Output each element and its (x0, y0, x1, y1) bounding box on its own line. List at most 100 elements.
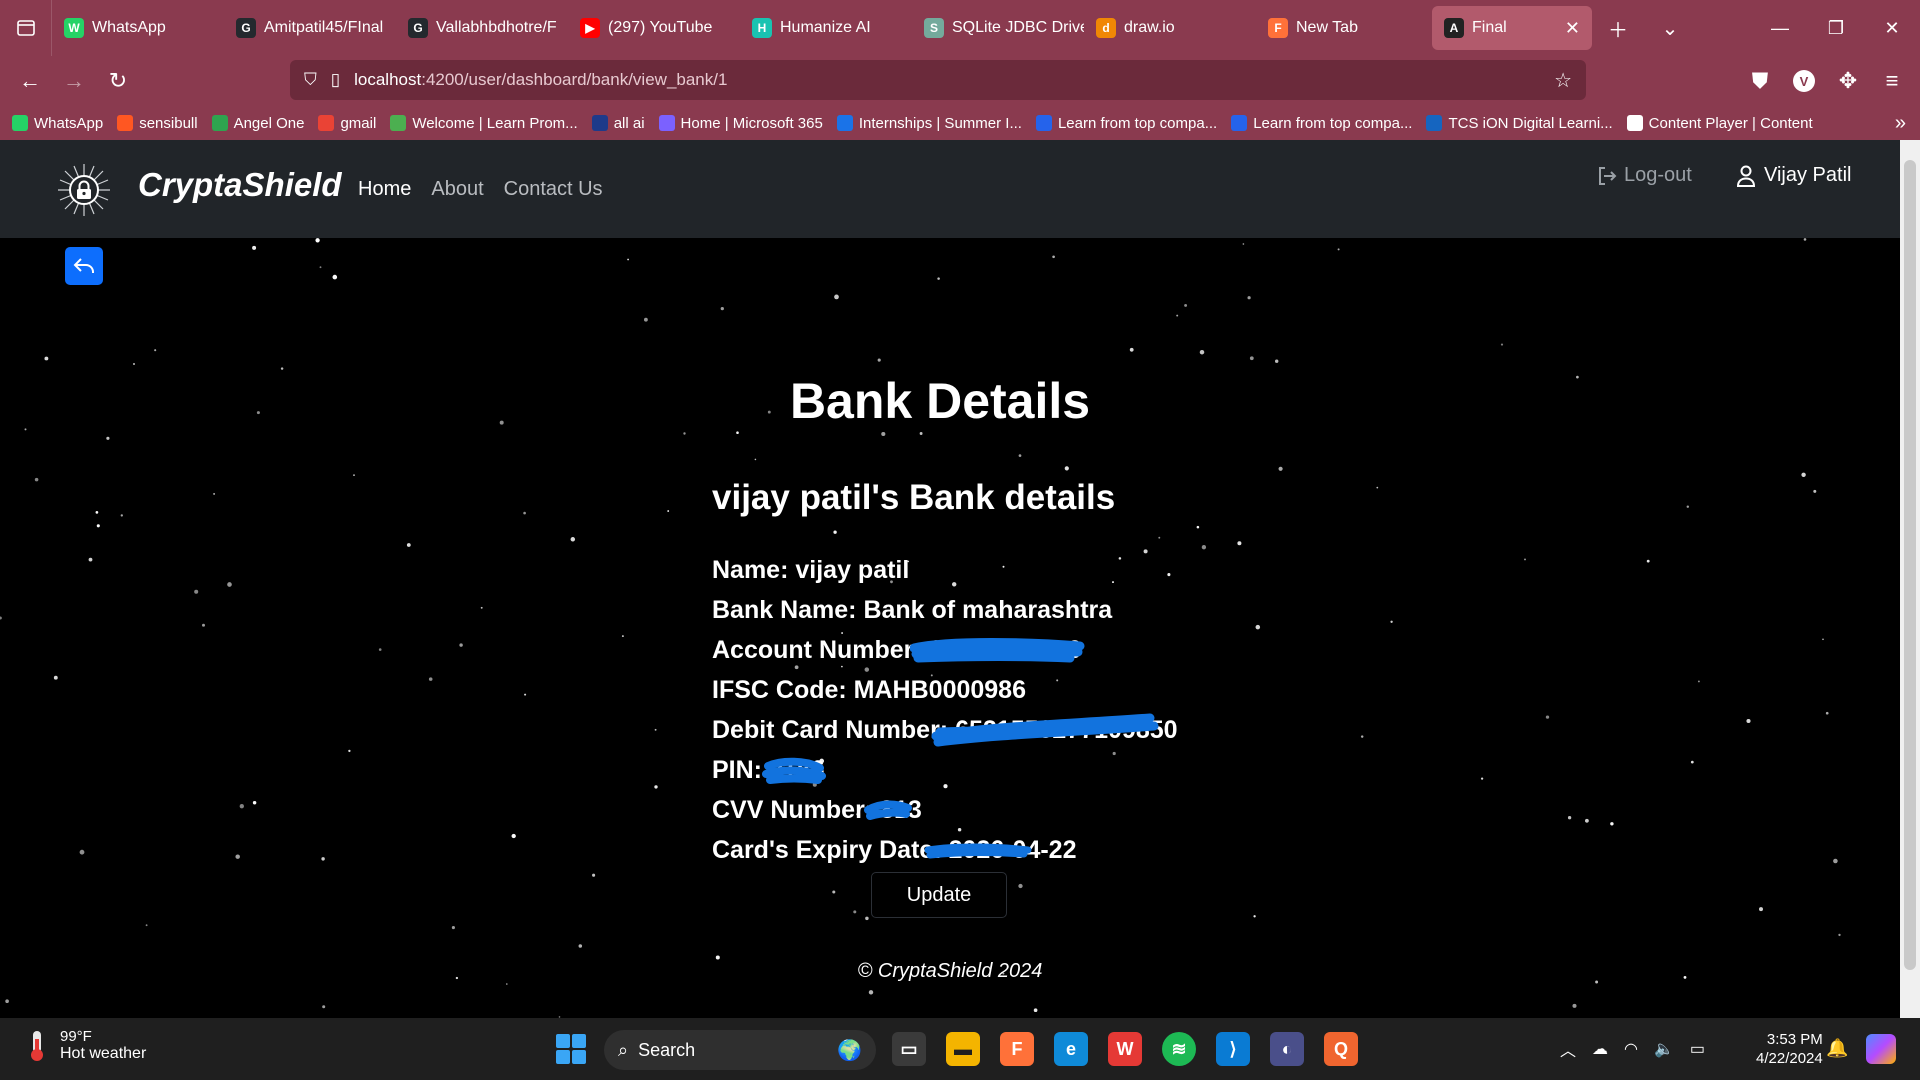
tab-label: Humanize AI (780, 19, 871, 36)
tab-favicon-icon: F (1268, 18, 1288, 38)
bookmark-item[interactable]: all ai (591, 115, 645, 132)
bookmark-item[interactable]: WhatsApp (12, 115, 103, 132)
bookmark-item[interactable]: Internships | Summer I... (836, 115, 1022, 132)
user-menu[interactable]: Vijay Patil (1736, 164, 1851, 187)
bookmark-favicon-icon (836, 115, 853, 131)
weather-widget[interactable]: 99°F Hot weather (24, 1028, 146, 1063)
star-dot (1253, 915, 1256, 918)
wps-app-icon[interactable]: W (1108, 1032, 1142, 1066)
spotify-app-icon[interactable]: ≋ (1162, 1032, 1196, 1066)
wifi-icon[interactable]: ◠ (1624, 1039, 1638, 1059)
bookmark-item[interactable]: sensibull (117, 115, 198, 132)
star-dot (1199, 349, 1205, 355)
bookmark-item[interactable]: Angel One (211, 114, 305, 132)
tab-list-button[interactable] (0, 0, 52, 56)
nav-link-contact[interactable]: Contact Us (504, 178, 603, 201)
star-dot (406, 543, 411, 547)
star-dot (235, 854, 240, 859)
battery-icon[interactable]: ▭ (1690, 1039, 1705, 1059)
pocket-button[interactable]: ⛊ (1738, 59, 1782, 103)
new-tab-button[interactable]: ＋ (1592, 0, 1644, 56)
bookmark-label: WhatsApp (34, 114, 104, 132)
nav-link-about[interactable]: About (431, 178, 483, 201)
logout-link[interactable]: Log-out (1596, 164, 1692, 187)
bookmark-item[interactable]: gmail (318, 115, 376, 132)
page-title: Bank Details (789, 373, 1091, 429)
star-dot (480, 606, 483, 609)
browser-tab[interactable]: d draw.io (1084, 6, 1256, 50)
volume-icon[interactable]: 🔈 (1654, 1039, 1674, 1059)
bank-details-list: Name: vijay patil Bank Name: Bank of mah… (712, 550, 1178, 870)
star-dot (332, 274, 338, 280)
file-explorer-app-icon[interactable]: ▬ (946, 1032, 980, 1066)
notification-bell-icon[interactable]: 🔔 (1826, 1038, 1848, 1059)
tab-close-icon[interactable]: ✕ (1565, 18, 1580, 39)
edge-app-icon[interactable]: e (1054, 1032, 1088, 1066)
nav-link-home[interactable]: Home (358, 178, 411, 201)
url-path: :4200/user/dashboard/bank/view_bank/1 (421, 70, 728, 89)
bookmark-favicon-icon (1426, 115, 1443, 131)
bookmark-item[interactable]: TCS iON Digital Learni... (1426, 115, 1613, 132)
bookmark-favicon-icon (1231, 115, 1248, 131)
star-dot (524, 693, 527, 696)
browser-tab[interactable]: S SQLite JDBC Drive (912, 6, 1084, 50)
tab-label: Amitpatil45/FInal (264, 19, 384, 36)
brand-logo-icon[interactable] (56, 162, 112, 218)
bookmark-label: Content Player | Content (1648, 114, 1813, 132)
eclipse-app-icon[interactable]: ◐ (1270, 1032, 1304, 1066)
copilot-icon[interactable] (1866, 1034, 1896, 1064)
list-all-tabs-button[interactable]: ⌄ (1644, 0, 1696, 56)
star-dot (120, 514, 123, 517)
browser-tab[interactable]: W WhatsApp (52, 6, 224, 50)
detail-value: Bank of maharashtra (863, 596, 1113, 624)
account-button[interactable]: V (1782, 59, 1826, 103)
vscode-app-icon[interactable]: ⟩ (1216, 1032, 1250, 1066)
chevron-up-icon[interactable]: ︿ (1560, 1037, 1576, 1061)
brand-name[interactable]: CryptaShield (138, 166, 342, 204)
detail-row-pin: PIN: 9186 (712, 750, 1178, 790)
update-button[interactable]: Update (871, 872, 1007, 918)
quick-app-icon[interactable]: Q (1324, 1032, 1358, 1066)
star-dot (1247, 296, 1251, 300)
bookmark-item[interactable]: Learn from top compa... (1035, 115, 1217, 132)
star-dot (1610, 822, 1614, 826)
close-window-button[interactable]: ✕ (1864, 0, 1920, 56)
detail-row-expiry: Card's Expiry Date: 2026-04-22 (712, 830, 1178, 870)
bookmark-item[interactable]: Content Player | Content (1626, 114, 1813, 132)
back-nav-button[interactable]: ← (8, 59, 52, 103)
browser-tab[interactable]: G Amitpatil45/FInal (224, 6, 396, 50)
taskbar-search[interactable]: ⌕ Search 🌍 (604, 1030, 876, 1070)
bookmark-label: Angel One (233, 114, 305, 132)
scrollbar-thumb[interactable] (1904, 160, 1916, 970)
firefox-app-icon[interactable]: F (1000, 1032, 1034, 1066)
detail-row-name: Name: vijay patil (712, 550, 1178, 590)
browser-tab[interactable]: ▶ (297) YouTube (568, 6, 740, 50)
browser-tab[interactable]: G Vallabhbdhotre/F (396, 6, 568, 50)
star-dot (1759, 907, 1763, 912)
address-bar[interactable]: ⛉ ▯ localhost:4200/user/dashboard/bank/v… (290, 60, 1586, 100)
browser-tab[interactable]: H Humanize AI (740, 6, 912, 50)
bookmark-item[interactable]: Learn from top compa... (1231, 115, 1412, 132)
extensions-button[interactable]: ✥ (1826, 59, 1870, 103)
minimize-button[interactable]: — (1752, 0, 1808, 56)
bookmarks-overflow-button[interactable]: » (1895, 112, 1906, 135)
star-dot (654, 728, 657, 731)
page-scrollbar[interactable] (1900, 140, 1920, 1018)
bookmark-item[interactable]: Welcome | Learn Prom... (390, 115, 578, 132)
reload-button[interactable]: ↻ (96, 59, 140, 103)
bookmark-item[interactable]: Home | Microsoft 365 (658, 115, 823, 132)
restore-button[interactable]: ❐ (1808, 0, 1864, 56)
forward-nav-button[interactable]: → (52, 59, 96, 103)
browser-tab[interactable]: F New Tab (1256, 6, 1428, 50)
star-dot (239, 804, 244, 809)
onedrive-icon[interactable]: ☁ (1592, 1039, 1608, 1059)
star-dot (378, 648, 382, 651)
bookmark-star-icon[interactable]: ☆ (1554, 68, 1572, 93)
detail-value: 2026-04-22 (948, 836, 1077, 864)
task-view-app-icon[interactable]: ▭ (892, 1032, 926, 1066)
back-button[interactable] (65, 247, 103, 285)
start-button[interactable] (556, 1034, 586, 1064)
app-menu-button[interactable]: ≡ (1870, 59, 1914, 103)
browser-tab[interactable]: A Final ✕ (1432, 6, 1592, 50)
system-clock[interactable]: 3:53 PM 4/22/2024 (1756, 1030, 1823, 1068)
